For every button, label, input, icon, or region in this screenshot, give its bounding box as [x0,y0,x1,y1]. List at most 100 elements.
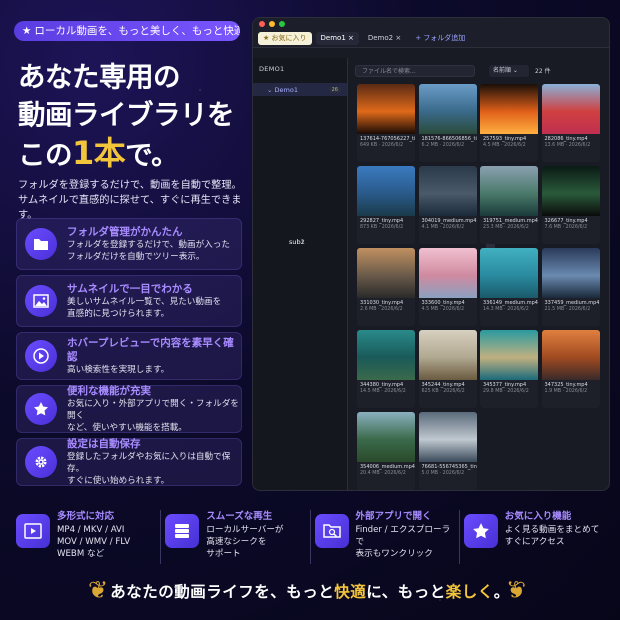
bottom-feature-formats: 多形式に対応 MP4 / MKV / AVI MOV / WMV / FLV WEBM… [12,510,160,564]
feature-title: サムネイルで一目でわかる [67,283,193,295]
add-folder-button[interactable]: + フォルダ追加 [410,32,470,45]
close-button[interactable] [259,21,265,27]
video-filename: 282086_tiny.mp4 [544,136,588,142]
folder-icon [25,228,57,260]
video-card[interactable]: 336149_medium.mp4 14.3 MB · 2026/6/2 [480,248,538,326]
play-icon [25,340,57,372]
video-thumbnail[interactable] [357,248,415,298]
search-input[interactable]: ファイル名で検索... [355,64,475,77]
feature-autosave: 設定は自動保存 登録したフォルダやお気に入りは自動で保存。 すぐに使い始められます。 [16,438,242,486]
video-card[interactable]: 344380_tiny.mp4 14.5 MB · 2026/6/2 [357,330,415,408]
subtext: フォルダを登録するだけで、動画を自動で整理。 サムネイルで直感的に探せて、すぐに… [18,178,248,223]
video-card[interactable]: 333600_tiny.mp4 4.5 MB · 2026/6/2 [418,248,477,326]
bottom-features: 多形式に対応 MP4 / MKV / AVI MOV / WMV / FLV WEBM… [12,510,608,564]
bottom-feature-line: 高速なシークを [206,537,267,547]
server-icon [165,514,200,548]
tab-demo1[interactable]: Demo1 × [315,32,359,45]
video-thumbnail[interactable] [357,412,415,462]
feature-desc: 直感的に見つけられます。 [67,309,170,319]
video-card[interactable]: 326677_tiny.mp4 7.6 MB · 2026/6/2 [541,166,600,244]
video-thumbnail[interactable] [357,84,415,134]
video-filename: 319751_medium.mp4 [483,218,538,224]
video-card[interactable]: 282086_tiny.mp4 13.6 MB · 2026/6/2 [541,84,600,162]
video-filename: 181576-866506856_tiny.mp4 [421,136,477,142]
video-thumbnail[interactable] [541,84,600,134]
bottom-feature-external: 外部アプリで開く Finder / エクスプローラで 表示もワンクリック [309,510,459,564]
video-meta: 2.6 MB · 2026/6/2 [360,307,403,312]
feature-useful: 便利な機能が充実 お気に入り・外部アプリで開く・フォルダを開く など、使いやすい機能… [16,385,242,433]
image-icon [25,285,57,317]
video-thumbnail[interactable] [480,248,538,298]
video-card[interactable]: 345244_tiny.mp4 625 KB · 2026/6/2 [418,330,477,408]
video-thumbnail[interactable] [480,166,538,216]
tagline-highlight: 楽しく [445,583,494,601]
tab-favorites[interactable]: ★ お気に入り [258,32,312,45]
sort-select[interactable]: 名前順 ⌄ [489,64,529,77]
bottom-feature-title: 多形式に対応 [57,511,115,522]
bottom-feature-line: MOV / WMV / FLV [57,537,131,547]
video-filename: 292827_tiny.mp4 [360,218,404,224]
bottom-feature-title: スムーズな再生 [206,511,273,522]
total-count: 22 件 [535,68,551,75]
video-thumbnail[interactable] [541,248,600,298]
video-filename: 76681-556745365_tiny.mp4 [421,464,477,470]
video-thumbnail[interactable] [418,248,477,298]
video-card[interactable]: 292827_tiny.mp4 873 KB · 2026/6/2 [357,166,415,244]
video-filename: 257593_tiny.mp4 [483,136,527,142]
video-card[interactable]: 76681-556745365_tiny.mp45.0 MB · 2026/6/… [418,412,477,490]
video-card[interactable]: 257593_tiny.mp4 4.5 MB · 2026/6/2 [480,84,538,162]
video-card[interactable]: 137614-767056227_tiny.mp4649 KB · 2026/6… [357,84,415,162]
bottom-feature-title: 外部アプリで開く [355,511,432,522]
tab-bar: ★ お気に入り Demo1 × Demo2 × + フォルダ追加 [253,30,609,48]
video-thumbnail[interactable] [357,166,415,216]
bottom-feature-favorites: お気に入り機能 よく見る動画をまとめて すぐにアクセス [458,510,608,564]
minimize-button[interactable] [269,21,275,27]
video-meta: 14.3 MB · 2026/6/2 [483,307,529,312]
video-meta: 14.5 MB · 2026/6/2 [360,389,406,394]
app-window: ★ お気に入り Demo1 × Demo2 × + フォルダ追加 DEMO1 ⌄… [252,17,610,491]
video-card[interactable]: 345377_tiny.mp4 29.8 MB · 2026/6/2 [480,330,538,408]
sidebar-header: DEMO1 [259,65,285,73]
sidebar-item-demo1[interactable]: ⌄ Demo1 26 [253,83,347,96]
video-meta: 1.9 MB · 2026/6/2 [544,389,588,394]
video-meta: 4.5 MB · 2026/6/2 [421,307,465,312]
tab-demo2[interactable]: Demo2 × [363,32,406,45]
video-thumbnail[interactable] [480,330,538,380]
headline-line3-post: で。 [125,139,179,171]
feature-desc: など、使いやすい機能を搭載。 [67,423,187,433]
maximize-button[interactable] [279,21,285,27]
feature-folder: フォルダ管理がかんたん フォルダを登録するだけで、動画が入った フォルダだけを自動で… [16,218,242,270]
video-thumbnail[interactable] [480,84,538,134]
video-meta: 873 KB · 2026/6/2 [360,225,404,230]
video-filename: 345244_tiny.mp4 [421,382,465,388]
video-thumbnail[interactable] [418,166,477,216]
bottom-feature-line: 表示もワンクリック [355,549,433,559]
video-card[interactable]: 331030_tiny.mp4 2.6 MB · 2026/6/2 [357,248,415,326]
video-filename: 347325_tiny.mp4 [544,382,588,388]
video-card[interactable]: 347325_tiny.mp4 1.9 MB · 2026/6/2 [541,330,600,408]
feature-list: フォルダ管理がかんたん フォルダを登録するだけで、動画が入った フォルダだけを自動で… [16,218,242,491]
video-filename: 354006_medium.mp4 [360,464,415,470]
toolbar: ファイル名で検索... 名前順 ⌄ 22 件 [349,62,609,79]
video-card[interactable]: 354006_medium.mp4 20.4 MB · 2026/6/2 [357,412,415,490]
video-thumbnail[interactable] [541,330,600,380]
headline-highlight: 1本 [72,134,126,172]
video-meta: 23.3 MB · 2026/6/2 [483,225,529,230]
video-thumbnail[interactable] [357,330,415,380]
main-panel: ファイル名で検索... 名前順 ⌄ 22 件 137614-767056227_… [349,58,609,490]
video-meta: 5.0 MB · 2026/6/2 [421,471,465,476]
video-card[interactable]: 181576-866506856_tiny.mp46.2 MB · 2026/6… [418,84,477,162]
sidebar-item-label: sub2 [289,238,305,246]
video-card[interactable]: 304019_medium.mp4 4.1 MB · 2026/6/2 [418,166,477,244]
video-thumbnail[interactable] [541,166,600,216]
video-thumbnail[interactable] [418,412,477,462]
video-thumbnail[interactable] [418,84,477,134]
video-card[interactable]: 319751_medium.mp4 23.3 MB · 2026/6/2 [480,166,538,244]
video-card[interactable]: 337459_medium.mp4 21.5 MB · 2026/6/2 [541,248,600,326]
video-meta: 7.6 MB · 2026/6/2 [544,225,588,230]
feature-desc: フォルダだけを自動でツリー表示。 [67,252,205,262]
tagline-post: 。 [493,583,510,601]
headline-line3-pre: この [18,139,73,171]
video-meta: 4.1 MB · 2026/6/2 [421,225,465,230]
video-thumbnail[interactable] [418,330,477,380]
